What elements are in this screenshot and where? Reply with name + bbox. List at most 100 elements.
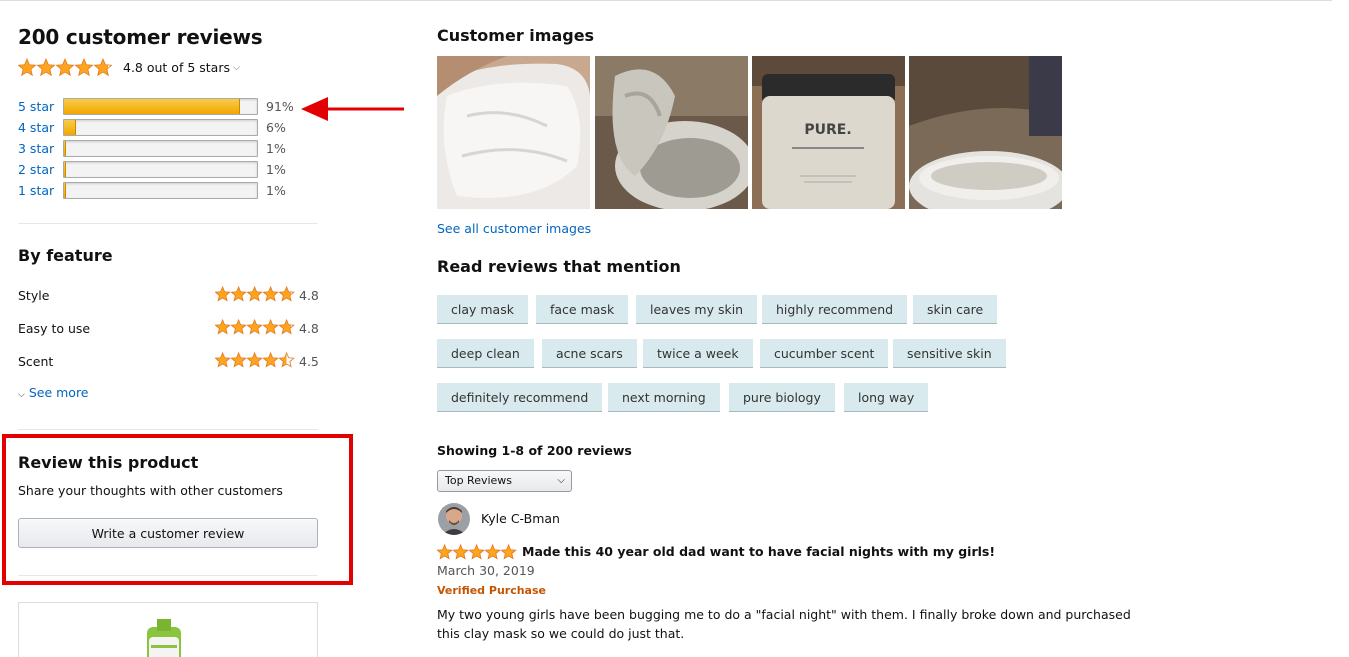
write-review-button[interactable]: Write a customer review [18, 518, 318, 548]
star-rating-icon [215, 352, 295, 368]
mention-chip[interactable]: deep clean [437, 339, 534, 368]
star-icon [246, 319, 263, 335]
customer-images-heading: Customer images [437, 26, 595, 45]
feature-value: 4.5 [299, 354, 319, 369]
sort-select-value[interactable]: Top Reviews [445, 474, 512, 487]
histogram-bar[interactable] [63, 119, 258, 136]
customer-image-3[interactable]: PURE. [752, 56, 905, 209]
overall-rating[interactable]: 4.8 out of 5 stars ⌵ [18, 58, 240, 77]
star-rating-icon [215, 286, 295, 302]
histogram-row-4-star[interactable]: 4 star 6% [18, 118, 318, 136]
customer-image-1[interactable] [437, 56, 590, 209]
star-icon [278, 319, 295, 335]
histogram-label[interactable]: 4 star [18, 120, 54, 135]
feature-row-style: Style 4.8 [18, 286, 319, 306]
mentions-heading: Read reviews that mention [437, 257, 681, 276]
star-icon [230, 319, 247, 335]
see-all-images-link[interactable]: See all customer images [437, 221, 591, 236]
histogram-percent[interactable]: 91% [266, 99, 294, 114]
mention-chip[interactable]: highly recommend [762, 295, 908, 324]
feature-name: Easy to use [18, 321, 91, 336]
histogram-fill [64, 141, 66, 156]
star-icon [468, 544, 485, 560]
histogram-label[interactable]: 1 star [18, 183, 54, 198]
histogram-bar[interactable] [63, 140, 258, 157]
star-icon [36, 58, 56, 77]
mention-chip[interactable]: sensitive skin [893, 339, 1006, 368]
histogram-row-5-star[interactable]: 5 star 91% [18, 97, 318, 115]
star-icon [246, 286, 263, 302]
review-body: My two young girls have been bugging me … [437, 607, 1131, 641]
star-icon [246, 352, 263, 368]
star-icon [55, 58, 75, 77]
mention-chip[interactable]: definitely recommend [437, 383, 603, 412]
feature-value: 4.8 [299, 288, 319, 303]
histogram-percent[interactable]: 6% [266, 120, 286, 135]
reviewer-name[interactable]: Kyle C-Bman [481, 511, 560, 526]
star-icon [93, 58, 112, 77]
review-product-subtitle: Share your thoughts with other customers [18, 483, 283, 498]
histogram-label[interactable]: 3 star [18, 141, 54, 156]
mention-chip[interactable]: cucumber scent [760, 339, 889, 368]
star-icon [262, 319, 279, 335]
product-brand-label: PURE. [804, 122, 851, 138]
star-icon [452, 544, 469, 560]
histogram-row-1-star[interactable]: 1 star 1% [18, 181, 318, 199]
histogram-fill [64, 162, 66, 177]
histogram-bar[interactable] [63, 182, 258, 199]
mention-chip[interactable]: leaves my skin [636, 295, 758, 324]
reviewer-avatar[interactable] [438, 503, 470, 535]
mention-chip[interactable]: twice a week [643, 339, 753, 368]
star-rating-icon[interactable] [437, 544, 517, 560]
feature-row-scent: Scent 4.5 [18, 352, 319, 372]
verified-purchase-badge: Verified Purchase [437, 584, 546, 597]
red-arrow-annotation [301, 97, 404, 121]
section-divider [18, 575, 318, 576]
see-more-label[interactable]: See more [29, 385, 89, 400]
histogram-row-2-star[interactable]: 2 star 1% [18, 160, 318, 178]
histogram-label[interactable]: 5 star [18, 99, 54, 114]
chevron-down-icon[interactable]: ⌵ [18, 390, 25, 400]
star-icon [484, 544, 501, 560]
chevron-down-icon[interactable]: ⌵ [233, 63, 240, 73]
overall-rating-text[interactable]: 4.8 out of 5 stars [123, 60, 230, 75]
histogram-label[interactable]: 2 star [18, 162, 54, 177]
feature-name: Scent [18, 354, 54, 369]
histogram-bar[interactable] [63, 98, 258, 115]
mention-chip[interactable]: skin care [913, 295, 998, 324]
mention-chip[interactable]: clay mask [437, 295, 528, 324]
histogram-percent[interactable]: 1% [266, 183, 286, 198]
star-icon [230, 286, 247, 302]
mention-chip[interactable]: acne scars [542, 339, 637, 368]
star-icon [215, 286, 231, 302]
sort-reviews-select[interactable]: Top Reviews ⌵ [437, 470, 572, 492]
star-icon [500, 544, 517, 560]
histogram-fill [64, 183, 66, 198]
review-title[interactable]: Made this 40 year old dad want to have f… [522, 544, 995, 559]
star-icon [74, 58, 94, 77]
see-more-link[interactable]: ⌵ See more [18, 385, 89, 400]
chevron-down-icon[interactable]: ⌵ [557, 471, 565, 491]
customer-image-2[interactable] [595, 56, 748, 209]
histogram-percent[interactable]: 1% [266, 141, 286, 156]
histogram-percent[interactable]: 1% [266, 162, 286, 177]
reviews-count-heading: 200 customer reviews [18, 25, 263, 49]
star-icon [262, 352, 279, 368]
star-icon [278, 286, 295, 302]
histogram-bar[interactable] [63, 161, 258, 178]
mention-chip[interactable]: long way [844, 383, 929, 412]
histogram-fill [64, 99, 240, 114]
mention-chip[interactable]: face mask [536, 295, 629, 324]
feature-name: Style [18, 288, 50, 303]
mention-chip[interactable]: pure biology [729, 383, 835, 412]
star-icon [215, 352, 231, 368]
showing-reviews-count: Showing 1-8 of 200 reviews [437, 443, 632, 458]
star-icon [18, 58, 37, 77]
star-icon [437, 544, 453, 560]
sponsored-product-card[interactable] [18, 602, 318, 657]
section-divider [18, 429, 318, 430]
mention-chip[interactable]: next morning [608, 383, 720, 412]
customer-image-4[interactable] [909, 56, 1062, 209]
histogram-row-3-star[interactable]: 3 star 1% [18, 139, 318, 157]
product-bottle-image[interactable] [19, 603, 318, 657]
